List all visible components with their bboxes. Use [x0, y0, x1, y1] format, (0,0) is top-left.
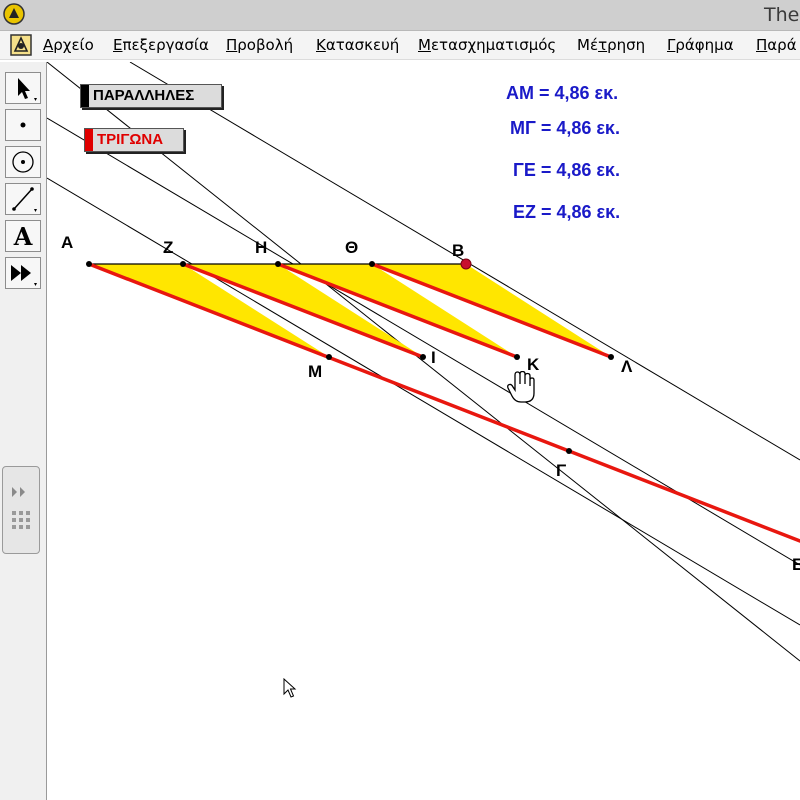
menu-item-label: ρηση: [607, 36, 646, 54]
red-segment-ae[interactable]: [87, 262, 800, 543]
menu-item[interactable]: Παρά: [756, 36, 797, 54]
menu-item[interactable]: Προβολή: [226, 36, 293, 54]
point-th[interactable]: [369, 261, 375, 267]
point-l[interactable]: [608, 354, 614, 360]
toolbox-collapse-tab[interactable]: [2, 466, 40, 554]
compass-tool-icon: [12, 151, 34, 173]
menu-item-accelerator: Κ: [316, 36, 326, 54]
app-icon[interactable]: [3, 3, 25, 25]
menu-item-label: πεξεργασία: [122, 36, 209, 54]
point-tool[interactable]: [5, 109, 41, 141]
point-i[interactable]: [420, 354, 426, 360]
point-z[interactable]: [180, 261, 186, 267]
button-handle: [85, 129, 93, 151]
menu-item-label: Μέ: [577, 36, 599, 54]
label-l[interactable]: Λ: [621, 357, 632, 377]
document-icon[interactable]: [10, 34, 32, 56]
text-tool-icon: A: [13, 222, 33, 251]
menu-item-label: ατασκευή: [325, 36, 400, 54]
title-bar: The: [0, 0, 800, 31]
yellow-triangles: [89, 264, 611, 357]
menu-item[interactable]: Μετασχηματισμός: [418, 36, 556, 54]
straightedge-tool-icon: [12, 187, 37, 212]
label-a[interactable]: Α: [61, 233, 73, 253]
label-g[interactable]: Γ: [556, 461, 566, 481]
measurement-am[interactable]: ΑΜ = 4,86 εκ.: [506, 83, 618, 104]
triangles-button[interactable]: ΤΡΙΓΩΝΑ: [84, 128, 184, 152]
hand-cursor-icon: [507, 371, 535, 403]
menu-item-accelerator: τ: [598, 36, 608, 54]
custom-tool-icon: [11, 265, 37, 286]
mouse-pointer-icon: [283, 678, 297, 698]
sketch-canvas[interactable]: [47, 62, 800, 800]
toolbox: A: [0, 62, 47, 800]
menu-item-label: ετασχηματισμός: [430, 36, 557, 54]
measurement-mg[interactable]: ΜΓ = 4,86 εκ.: [510, 118, 620, 139]
measurement-ge[interactable]: ΓΕ = 4,86 εκ.: [513, 160, 620, 181]
menu-item[interactable]: Γράφημα: [667, 36, 734, 54]
point-tool-icon: [20, 122, 26, 128]
point-a[interactable]: [86, 261, 92, 267]
menu-item-accelerator: Π: [756, 36, 768, 54]
selection-arrow-tool[interactable]: [5, 72, 41, 104]
label-e[interactable]: Ε: [792, 555, 800, 575]
menu-item-label: αρά: [767, 36, 797, 54]
point-k[interactable]: [514, 354, 520, 360]
parallels-button[interactable]: ΠΑΡΑΛΛΗΛΕΣ: [80, 84, 222, 108]
menu-item-accelerator: Μ: [418, 36, 431, 54]
menu-item[interactable]: Κατασκευή: [316, 36, 399, 54]
expand-icon: [12, 487, 30, 529]
label-z[interactable]: Ζ: [163, 238, 173, 258]
menu-item-accelerator: Π: [226, 36, 238, 54]
custom-tool[interactable]: [5, 257, 41, 289]
text-tool[interactable]: A: [5, 220, 41, 252]
point-m[interactable]: [326, 354, 332, 360]
menu-item-accelerator: Α: [43, 36, 54, 54]
parallel-line[interactable]: [47, 177, 800, 626]
menu-item-label: ροβολή: [237, 36, 294, 54]
measurement-ez[interactable]: ΕΖ = 4,86 εκ.: [513, 202, 620, 223]
point-g[interactable]: [566, 448, 572, 454]
menu-item[interactable]: Επεξεργασία: [113, 36, 209, 54]
red-segments: [87, 262, 800, 543]
compass-tool[interactable]: [5, 146, 41, 178]
menu-item[interactable]: Μέτρηση: [577, 36, 645, 54]
point-h[interactable]: [275, 261, 281, 267]
selection-arrow-tool-icon: [18, 78, 37, 101]
menu-item[interactable]: Αρχείο: [43, 36, 94, 54]
menu-item-label: ρχείο: [53, 36, 94, 54]
label-th[interactable]: Θ: [345, 238, 358, 258]
menu-item-label: ράφημα: [675, 36, 734, 54]
svg-text:A: A: [13, 222, 33, 251]
label-m[interactable]: Μ: [308, 362, 322, 382]
straightedge-tool[interactable]: [5, 183, 41, 215]
label-i[interactable]: Ι: [431, 348, 436, 368]
parallels-button-label: ΠΑΡΑΛΛΗΛΕΣ: [93, 87, 195, 104]
label-h[interactable]: Η: [255, 238, 267, 258]
label-b[interactable]: Β: [452, 241, 464, 261]
window-title: The: [764, 4, 800, 26]
button-handle: [81, 85, 89, 107]
triangles-button-label: ΤΡΙΓΩΝΑ: [97, 131, 164, 148]
